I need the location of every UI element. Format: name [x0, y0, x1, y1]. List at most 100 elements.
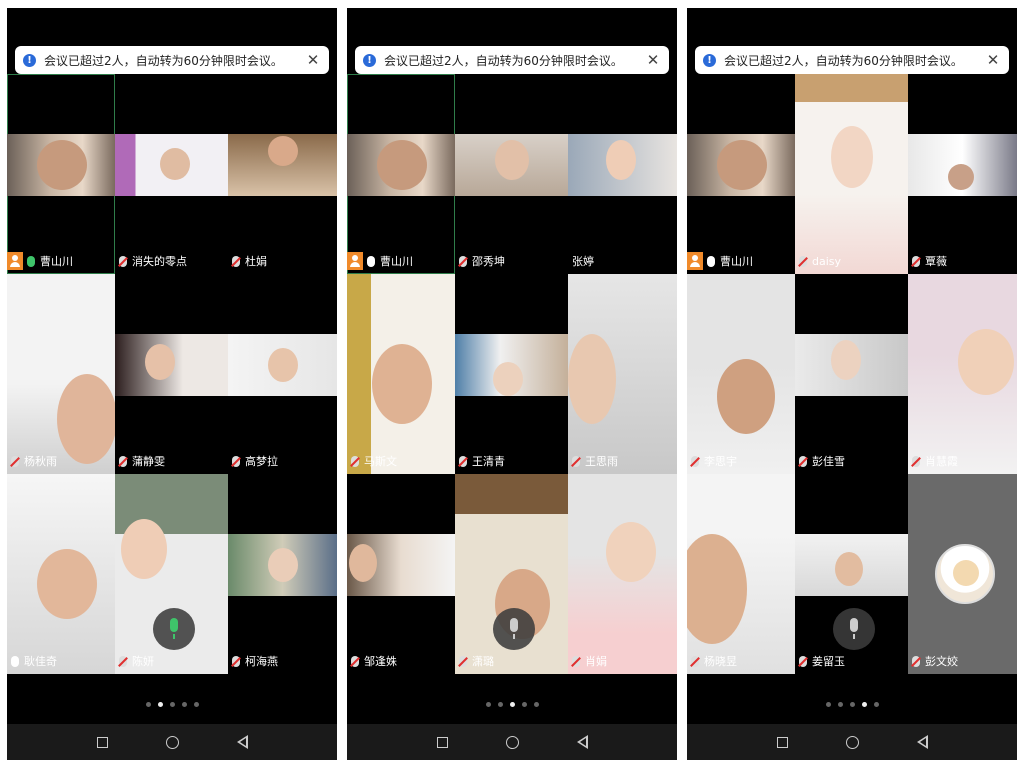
- video-grid: 曹山川 daisy 覃薇 李思宇 彭佳雪 肖慧霞 杨晓昱 姜留玉 彭文姣: [687, 74, 1017, 674]
- participant-name: 李思宇: [704, 455, 737, 468]
- recent-apps-button[interactable]: [776, 736, 788, 748]
- participant-tile[interactable]: 王清青: [455, 274, 568, 474]
- participant-tile[interactable]: 邹逢姝: [347, 474, 455, 674]
- participant-tile[interactable]: 彭佳雪: [795, 274, 908, 474]
- participant-name: 张婷: [572, 255, 594, 268]
- participant-label: 马斯文: [351, 452, 397, 470]
- microphone-stand: [173, 634, 175, 639]
- participant-name: 消失的零点: [132, 255, 187, 268]
- mic-muted-icon: [459, 455, 467, 467]
- participant-name: daisy: [812, 254, 842, 268]
- participant-tile[interactable]: 高梦拉: [228, 274, 337, 474]
- page-dot[interactable]: [861, 702, 867, 707]
- participant-face: [958, 329, 1014, 395]
- participant-video: [228, 334, 337, 396]
- participant-face: [37, 549, 97, 619]
- participant-label: 高梦拉: [232, 452, 278, 470]
- participant-tile[interactable]: 曹山川: [347, 74, 455, 274]
- participant-label: 王思雨: [572, 452, 618, 470]
- participant-tile[interactable]: daisy: [795, 74, 908, 274]
- participant-video: [7, 474, 115, 674]
- recent-apps-button[interactable]: [436, 736, 448, 748]
- participant-name: 蒲静雯: [132, 455, 165, 468]
- page-dot[interactable]: [157, 702, 163, 707]
- phone-screen-3: !会议已超过2人，自动转为60分钟限时会议。✕›曹山川daisy覃薇李思宇彭佳雪…: [687, 8, 1017, 760]
- participant-tile[interactable]: 曹山川: [7, 74, 115, 274]
- participant-face: [717, 359, 775, 434]
- participant-tile[interactable]: 王思雨: [568, 274, 677, 474]
- participant-video: [228, 134, 337, 196]
- participant-face: [145, 344, 175, 380]
- participant-tile[interactable]: 曹山川: [687, 74, 795, 274]
- page-dot[interactable]: [873, 702, 879, 707]
- mute-toggle-button[interactable]: [833, 608, 875, 650]
- participant-video: [455, 134, 568, 196]
- participant-tile[interactable]: 肖慧霞: [908, 274, 1017, 474]
- page-dot[interactable]: [193, 702, 199, 707]
- back-button[interactable]: [916, 735, 928, 749]
- participant-name: 肖娟: [585, 655, 607, 668]
- participant-face: [717, 140, 767, 190]
- home-button[interactable]: [505, 735, 519, 749]
- mute-toggle-button[interactable]: [153, 608, 195, 650]
- close-notice-button[interactable]: ✕: [305, 51, 321, 69]
- participant-name: 高梦拉: [245, 455, 278, 468]
- participant-tile[interactable]: 杨晓昱: [687, 474, 795, 674]
- participant-label: 张婷: [572, 252, 594, 270]
- mic-muted-icon: [459, 655, 467, 667]
- mic-muted-icon: [799, 455, 807, 467]
- page-dot[interactable]: [145, 702, 151, 707]
- participant-tile[interactable]: 消失的零点: [115, 74, 228, 274]
- close-notice-button[interactable]: ✕: [985, 51, 1001, 69]
- page-indicator: [347, 702, 677, 712]
- page-dot[interactable]: [509, 702, 515, 707]
- microphone-icon: [850, 618, 858, 632]
- page-dot[interactable]: [533, 702, 539, 707]
- participant-name: 马斯文: [364, 455, 397, 468]
- page-dot[interactable]: [521, 702, 527, 707]
- participant-label: 消失的零点: [119, 252, 187, 270]
- participant-tile[interactable]: 蒲静雯: [115, 274, 228, 474]
- home-button[interactable]: [845, 735, 859, 749]
- mic-muted-icon: [232, 455, 240, 467]
- participant-tile[interactable]: 覃薇: [908, 74, 1017, 274]
- close-notice-button[interactable]: ✕: [645, 51, 661, 69]
- participant-tile[interactable]: 肖娟: [568, 474, 677, 674]
- participant-face: [37, 140, 87, 190]
- system-navigation-bar: [7, 724, 337, 760]
- page-dot[interactable]: [169, 702, 175, 707]
- participant-tile[interactable]: 邵秀坤: [455, 74, 568, 274]
- back-button[interactable]: [576, 735, 588, 749]
- participant-video: [795, 74, 908, 274]
- info-icon: !: [23, 53, 36, 67]
- participant-face: [160, 148, 190, 180]
- page-dot[interactable]: [837, 702, 843, 707]
- page-dot[interactable]: [181, 702, 187, 707]
- mic-muted-icon: [691, 455, 699, 467]
- participant-label: 王清青: [459, 452, 505, 470]
- page-dot[interactable]: [497, 702, 503, 707]
- mute-toggle-button[interactable]: [493, 608, 535, 650]
- mic-muted-icon: [351, 655, 359, 667]
- video-grid: 曹山川 邵秀坤 张婷 马斯文 王清青 王思雨 邹逢姝 潇璐 肖娟: [347, 74, 677, 674]
- page-dot[interactable]: [825, 702, 831, 707]
- participant-name: 彭文姣: [925, 655, 958, 668]
- recent-apps-button[interactable]: [96, 736, 108, 748]
- page-dot[interactable]: [849, 702, 855, 707]
- participant-tile[interactable]: 柯海燕: [228, 474, 337, 674]
- participant-video: [568, 134, 677, 196]
- participant-tile[interactable]: 张婷: [568, 74, 677, 274]
- notice-text: 会议已超过2人，自动转为60分钟限时会议。: [384, 53, 623, 68]
- participant-name: 陈妍: [132, 655, 154, 668]
- participant-tile[interactable]: 耿佳奇: [7, 474, 115, 674]
- page-dot[interactable]: [485, 702, 491, 707]
- participant-tile[interactable]: 李思宇: [687, 274, 795, 474]
- participant-tile[interactable]: 彭文姣: [908, 474, 1017, 674]
- home-button[interactable]: [165, 735, 179, 749]
- participant-name: 曹山川: [380, 255, 413, 268]
- participant-face: [495, 140, 529, 180]
- back-button[interactable]: [236, 735, 248, 749]
- participant-tile[interactable]: 杜娟: [228, 74, 337, 274]
- participant-tile[interactable]: 马斯文: [347, 274, 455, 474]
- participant-tile[interactable]: 杨秋雨: [7, 274, 115, 474]
